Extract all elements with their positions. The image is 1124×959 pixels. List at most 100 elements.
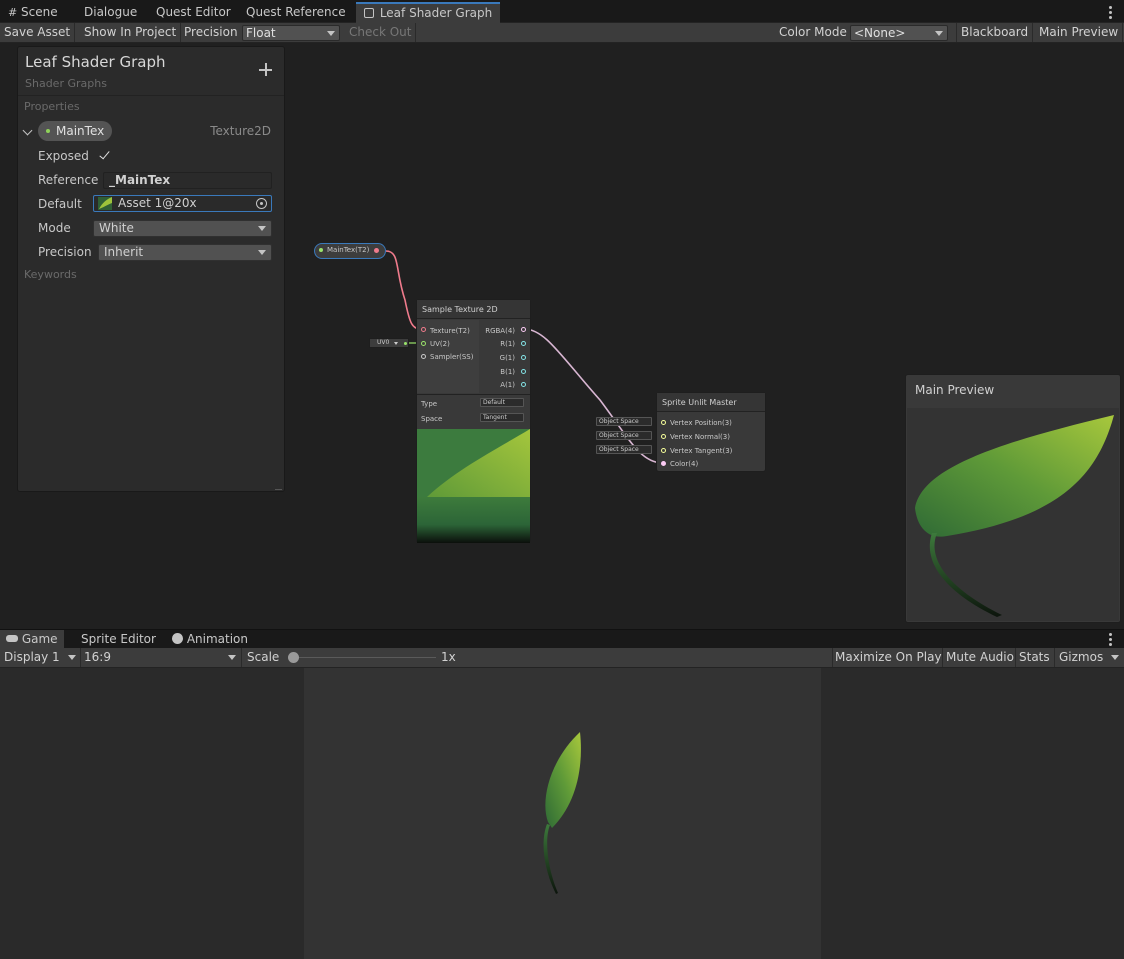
edge-rgba-to-color bbox=[523, 328, 663, 464]
vertex-position-input-port[interactable] bbox=[661, 420, 666, 425]
aspect-value: 16:9 bbox=[84, 650, 111, 664]
divider bbox=[942, 648, 943, 667]
texture-input-port[interactable] bbox=[421, 327, 426, 332]
mute-audio-toggle[interactable]: Mute Audio bbox=[946, 648, 1014, 667]
space-dropdown[interactable]: Tangent bbox=[480, 413, 524, 422]
keywords-header: Keywords bbox=[24, 268, 77, 281]
default-label: Default bbox=[38, 197, 82, 211]
tab-game[interactable]: Game bbox=[0, 630, 64, 649]
tab-menu-icon[interactable] bbox=[1109, 633, 1113, 648]
vertex-normal-space-dropdown[interactable]: Object Space bbox=[596, 431, 652, 440]
color-input-port[interactable] bbox=[661, 461, 666, 466]
tab-sprite-editor[interactable]: Sprite Editor bbox=[75, 630, 162, 649]
slider-track bbox=[288, 657, 436, 658]
leaf-preview-image bbox=[907, 408, 1119, 621]
type-dropdown[interactable]: Default bbox=[480, 398, 524, 407]
game-tab-strip: Game Sprite Editor Animation bbox=[0, 629, 1124, 649]
uv-input-node[interactable]: UV0 bbox=[369, 338, 409, 348]
input-port-label: Vertex Position(3) bbox=[670, 419, 732, 427]
vertex-tangent-input-port[interactable] bbox=[661, 448, 666, 453]
property-indicator-dot bbox=[319, 248, 323, 252]
blackboard-title: Leaf Shader Graph bbox=[25, 53, 166, 71]
chevron-down-icon bbox=[1111, 655, 1119, 660]
precision-value: Inherit bbox=[104, 245, 144, 259]
type-label: Type bbox=[421, 400, 438, 408]
chevron-down-icon[interactable] bbox=[22, 125, 33, 136]
reference-value: _MainTex bbox=[109, 173, 171, 187]
display-dropdown[interactable]: Display 1 bbox=[4, 648, 78, 667]
input-port-label: Vertex Tangent(3) bbox=[670, 447, 733, 455]
output-port-label: RGBA(4) bbox=[485, 327, 515, 335]
maintex-property-pill[interactable]: MainTex bbox=[38, 121, 112, 141]
tab-animation[interactable]: Animation bbox=[166, 630, 254, 649]
a-output-port[interactable] bbox=[521, 382, 526, 387]
divider bbox=[241, 648, 242, 667]
mode-label: Mode bbox=[38, 221, 71, 235]
maintex-property-node[interactable]: MainTex(T2) bbox=[314, 243, 386, 259]
chevron-down-icon bbox=[258, 250, 266, 255]
blackboard-panel[interactable]: Leaf Shader Graph Shader Graphs Properti… bbox=[17, 46, 285, 492]
divider bbox=[832, 648, 833, 667]
rgba-output-port[interactable] bbox=[521, 327, 526, 332]
gamepad-icon bbox=[6, 635, 18, 642]
aspect-dropdown[interactable]: 16:9 bbox=[84, 648, 238, 667]
vertex-position-space-dropdown[interactable]: Object Space bbox=[596, 417, 652, 426]
add-property-plus-icon[interactable] bbox=[259, 63, 272, 76]
game-render-area[interactable] bbox=[304, 668, 821, 959]
exposed-label: Exposed bbox=[38, 149, 89, 163]
property-output-port[interactable] bbox=[374, 248, 379, 253]
resize-handle[interactable] bbox=[275, 487, 282, 490]
chevron-down-icon bbox=[68, 655, 76, 660]
space-value: Object Space bbox=[599, 418, 639, 425]
space-value: Tangent bbox=[483, 414, 507, 421]
input-port-label: Vertex Normal(3) bbox=[670, 433, 730, 441]
slider-thumb[interactable] bbox=[288, 652, 299, 663]
object-picker-icon[interactable] bbox=[256, 198, 267, 209]
space-value: Object Space bbox=[599, 432, 639, 439]
sample-texture-2d-node[interactable]: Sample Texture 2D Texture(T2) UV(2) Samp… bbox=[416, 299, 531, 543]
default-texture-field[interactable]: Asset 1@20x bbox=[93, 195, 272, 212]
input-port-label: Sampler(SS) bbox=[430, 353, 474, 361]
scale-label: Scale bbox=[247, 650, 280, 664]
divider bbox=[1054, 648, 1055, 667]
sampler-input-port[interactable] bbox=[421, 354, 426, 359]
game-toolbar: Display 1 16:9 Scale 1x Maximize On Play… bbox=[0, 648, 1124, 668]
scale-value: 1x bbox=[441, 650, 456, 664]
sprite-unlit-master-node[interactable]: Sprite Unlit Master Vertex Position(3) V… bbox=[656, 392, 766, 472]
space-label: Space bbox=[421, 415, 443, 423]
gizmos-label: Gizmos bbox=[1059, 650, 1104, 664]
output-port-label: G(1) bbox=[499, 354, 515, 362]
r-output-port[interactable] bbox=[521, 341, 526, 346]
texture-preview bbox=[417, 429, 530, 543]
gizmos-dropdown[interactable]: Gizmos bbox=[1059, 648, 1121, 667]
mode-dropdown[interactable]: White bbox=[93, 220, 272, 237]
divider bbox=[18, 95, 284, 96]
node-title: Sample Texture 2D bbox=[417, 300, 530, 319]
leaf-thumbnail-icon bbox=[98, 197, 112, 210]
main-preview-panel[interactable]: Main Preview bbox=[905, 374, 1121, 623]
default-texture-value: Asset 1@20x bbox=[118, 196, 197, 210]
output-port-label: R(1) bbox=[500, 340, 515, 348]
property-name: MainTex bbox=[56, 124, 105, 138]
input-port-label: Color(4) bbox=[670, 460, 699, 468]
vertex-normal-input-port[interactable] bbox=[661, 434, 666, 439]
type-value: Default bbox=[483, 399, 505, 406]
maximize-on-play-toggle[interactable]: Maximize On Play bbox=[835, 648, 942, 667]
space-value: Object Space bbox=[599, 446, 639, 453]
input-port-label: Texture(T2) bbox=[430, 327, 470, 335]
property-precision-dropdown[interactable]: Inherit bbox=[98, 244, 272, 261]
stats-toggle[interactable]: Stats bbox=[1019, 648, 1050, 667]
chevron-down-icon bbox=[258, 226, 266, 231]
reference-field[interactable]: _MainTex bbox=[103, 172, 272, 189]
tab-label: Animation bbox=[186, 632, 249, 646]
g-output-port[interactable] bbox=[521, 355, 526, 360]
scale-slider[interactable] bbox=[288, 652, 436, 663]
uv-input-port[interactable] bbox=[421, 341, 426, 346]
vertex-tangent-space-dropdown[interactable]: Object Space bbox=[596, 445, 652, 454]
uv-output-port[interactable] bbox=[404, 342, 407, 345]
b-output-port[interactable] bbox=[521, 369, 526, 374]
property-node-label: MainTex(T2) bbox=[327, 246, 370, 254]
divider bbox=[80, 648, 81, 667]
exposed-checkbox[interactable] bbox=[98, 149, 111, 162]
reference-label: Reference bbox=[38, 173, 99, 187]
